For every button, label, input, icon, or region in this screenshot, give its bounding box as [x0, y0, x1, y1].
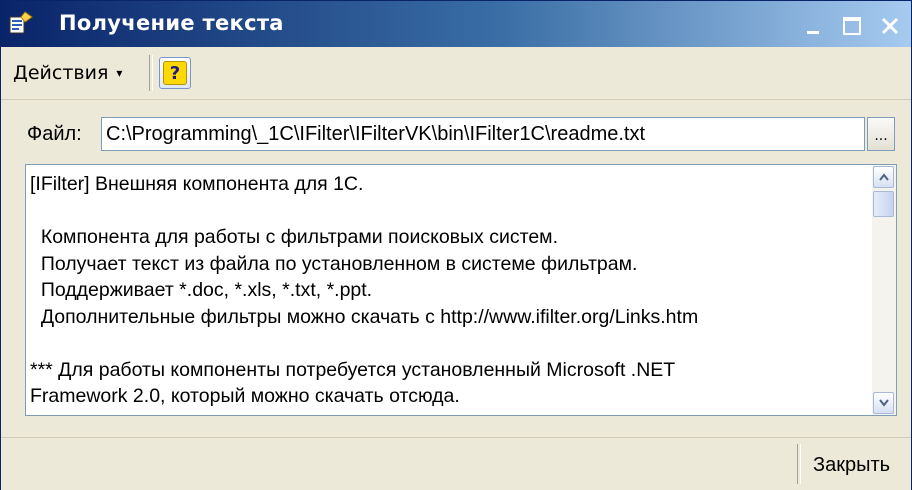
maximize-button[interactable] — [839, 14, 865, 38]
help-button[interactable]: ? — [159, 57, 191, 89]
toolbar: Действия ▾ ? — [1, 47, 911, 100]
window-title: Получение текста — [59, 11, 284, 35]
close-icon — [881, 17, 899, 35]
file-label: Файл: — [27, 123, 82, 145]
scroll-thumb[interactable] — [873, 191, 894, 217]
actions-menu-button[interactable]: Действия ▾ — [13, 59, 122, 87]
app-form-icon — [9, 11, 33, 34]
footer-bar: Закрыть — [1, 437, 911, 490]
browse-file-button[interactable]: ... — [867, 117, 895, 151]
minimize-icon — [807, 31, 819, 34]
help-icon: ? — [163, 61, 187, 85]
text-line — [30, 198, 866, 225]
dialog-window: Получение текста Действия ▾ ? Файл: C:\P… — [0, 0, 912, 490]
minimize-button[interactable] — [801, 14, 827, 38]
vertical-scrollbar[interactable] — [872, 165, 896, 415]
close-window-button[interactable] — [877, 14, 903, 38]
footer-separator — [797, 444, 801, 484]
maximize-icon — [843, 17, 861, 35]
toolbar-separator — [149, 55, 153, 91]
text-line: http://www.microsoft.com/downloads/detai… — [30, 410, 866, 416]
text-content-area[interactable]: [IFilter] Внешняя компонента для 1С. Ком… — [25, 164, 897, 416]
chevron-down-icon: ▾ — [116, 66, 123, 80]
text-line: Получает текст из файла по установленном… — [30, 252, 638, 275]
chevron-up-icon — [878, 173, 889, 181]
file-path-input[interactable]: C:\Programming\_1C\IFilter\IFilterVK\bin… — [101, 117, 865, 151]
text-line: *** Для работы компоненты потребуется ус… — [30, 358, 676, 381]
text-line: Framework 2.0, который можно скачать отс… — [30, 385, 460, 407]
scroll-up-button[interactable] — [873, 166, 894, 188]
text-line: Поддерживает *.doc, *.xls, *.txt, *.ppt. — [30, 279, 373, 301]
text-line: Дополнительные фильтры можно скачать с h… — [30, 305, 699, 328]
text-lines: [IFilter] Внешняя компонента для 1С. Ком… — [30, 171, 866, 416]
chevron-down-icon — [878, 399, 889, 407]
text-line: Компонента для работы с фильтрами поиско… — [30, 226, 558, 248]
scroll-down-button[interactable] — [873, 392, 894, 414]
close-button[interactable]: Закрыть — [807, 450, 896, 480]
text-line: [IFilter] Внешняя компонента для 1С. — [30, 173, 364, 195]
actions-menu-label: Действия — [13, 62, 109, 84]
text-line — [30, 330, 866, 357]
title-bar[interactable]: Получение текста — [1, 1, 911, 47]
